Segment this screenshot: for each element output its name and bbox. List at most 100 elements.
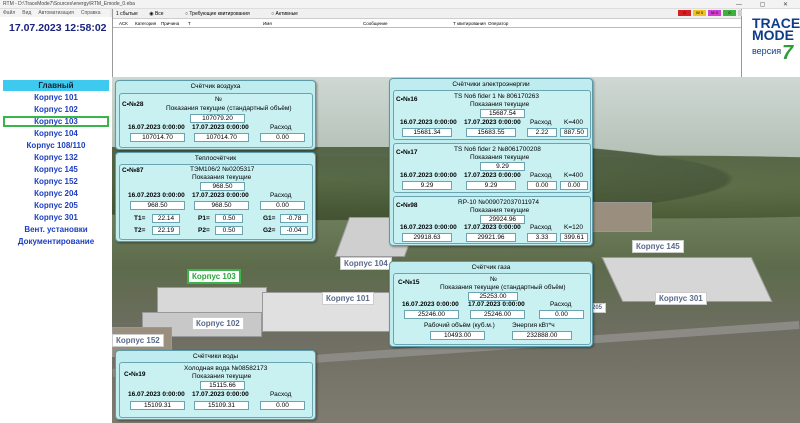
elec2-flow: 0.00: [527, 181, 557, 190]
electricity-meters-panel: Счётчики электроэнергии С•№16 TS No6 fid…: [389, 78, 593, 246]
heat-meter-box: С•№87 ТЭМ106/2 №0205317 Показания текущи…: [119, 164, 313, 240]
elec3-value1: 29918.63: [402, 233, 452, 242]
label-korpus-101[interactable]: Корпус 101: [322, 292, 374, 305]
plant-aerial-view: Корпус 103 Корпус 104 Корпус 101 Корпус …: [112, 77, 800, 423]
label-korpus-152[interactable]: Корпус 152: [112, 334, 164, 347]
current-datetime: 17.07.2023 12:58:02: [9, 22, 107, 34]
elec2-k-label: K=400: [564, 172, 583, 179]
filter-need-ack[interactable]: ○ Требующие квитирования: [185, 11, 260, 17]
elec1-id: С•№16: [396, 96, 418, 103]
elec1-k: 887.50: [560, 128, 588, 137]
gas-flow-label: Расход: [550, 301, 572, 308]
water-value1: 15109.31: [130, 401, 185, 410]
gas-date1: 16.07.2023 0:00:00: [402, 301, 459, 308]
col-message[interactable]: Сообщение: [363, 19, 388, 28]
col-operator[interactable]: Оператор: [488, 19, 508, 28]
gas-energy-value: 232888.00: [512, 331, 572, 340]
heat-value1: 968.50: [130, 201, 185, 210]
elec-meter2-box: С•№17 TS No6 fider 2 №8061700208 Показан…: [393, 143, 591, 193]
elec1-value2: 15683.55: [466, 128, 516, 137]
nav-documents[interactable]: Документирование: [3, 236, 109, 247]
alarm-counters: 0 W 0 M 0 0 0: [678, 10, 751, 16]
p2-value: 0.50: [215, 226, 243, 235]
label-korpus-104[interactable]: Корпус 104: [340, 257, 392, 270]
nav-korpus-132[interactable]: Корпус 132: [3, 152, 109, 163]
air-flow-label: Расход: [270, 124, 292, 131]
nav-korpus-104[interactable]: Корпус 104: [3, 128, 109, 139]
elec2-id: С•№17: [396, 149, 418, 156]
elec3-date2: 17.07.2023 0:00:00: [464, 224, 521, 231]
elec2-name: TS No6 fider 2 №8061700208: [454, 146, 541, 153]
t1-label: T1=: [134, 215, 146, 222]
electricity-title: Счётчики электроэнергии: [452, 81, 530, 88]
air-meter-title: Счётчик воздуха: [190, 83, 241, 90]
nav-korpus-301[interactable]: Корпус 301: [3, 212, 109, 223]
col-category[interactable]: Категория: [135, 19, 156, 28]
g1-value: -0.78: [280, 214, 308, 223]
nav-korpus-205[interactable]: Корпус 205: [3, 200, 109, 211]
nav-korpus-152[interactable]: Корпус 152: [3, 176, 109, 187]
label-korpus-145[interactable]: Корпус 145: [632, 240, 684, 253]
heat-meter-title: Теплосчётчик: [194, 155, 237, 162]
heat-meter-id: С•№87: [122, 167, 144, 174]
elec3-flow: 3.33: [527, 233, 557, 242]
p1-label: P1=: [198, 215, 210, 222]
label-korpus-103[interactable]: Корпус 103: [187, 269, 241, 284]
water-flow-value: 0.00: [260, 401, 305, 410]
filter-all[interactable]: ◉ Все: [149, 11, 173, 17]
col-ack-time[interactable]: Т квитирования: [453, 19, 486, 28]
nav-main[interactable]: Главный: [3, 80, 109, 91]
gas-reading-label: Показания текущие (стандартный объём): [440, 284, 566, 291]
window-titlebar: RTM - D:\TraceMode7\Sources\energy\RTM_E…: [0, 0, 800, 9]
elec3-reading-label: Показания текущие: [470, 207, 530, 214]
elec3-reading: 29924.96: [480, 215, 525, 224]
air-flow-value: 0.00: [260, 133, 305, 142]
alarm-title: 1 сбытые: [116, 11, 138, 17]
gas-meter-box: С•№15 № Показания текущие (стандартный о…: [393, 273, 591, 345]
menu-view[interactable]: Вид: [22, 10, 31, 16]
led-green: 0: [723, 10, 736, 16]
alarm-window: 1 сбытые ◉ Все ○ Требующие квитирования …: [112, 9, 742, 77]
nav-korpus-204[interactable]: Корпус 204: [3, 188, 109, 199]
col-t[interactable]: Т: [188, 19, 191, 28]
gas-work-value: 10493.00: [430, 331, 485, 340]
elec1-k-label: K=400: [564, 119, 583, 126]
label-korpus-102[interactable]: Корпус 102: [192, 317, 244, 330]
menu-bar: Файл Вид Автоматизация Справка: [0, 9, 110, 17]
air-meter-panel: Счётчик воздуха С•№28 № Показания текущи…: [115, 80, 316, 150]
led-red: 0: [678, 10, 691, 16]
water-reading-value: 15115.66: [200, 381, 245, 390]
heat-date1: 16.07.2023 0:00:00: [128, 192, 185, 199]
elec1-name: TS No6 fider 1 № 806170263: [454, 93, 540, 100]
col-reason[interactable]: Причина: [161, 19, 179, 28]
filter-active[interactable]: ○ Активные: [271, 11, 308, 17]
t2-label: T2=: [134, 227, 146, 234]
nav-ventilation[interactable]: Вент. установки: [3, 224, 109, 235]
gas-meter-title: Счётчик газа: [471, 264, 511, 271]
label-korpus-301[interactable]: Корпус 301: [655, 292, 707, 305]
air-meter-number-label: №: [215, 96, 222, 103]
water-value2: 15109.31: [194, 401, 249, 410]
gas-value1: 25246.00: [404, 310, 459, 319]
menu-automation[interactable]: Автоматизация: [38, 10, 74, 16]
window-title: RTM - D:\TraceMode7\Sources\energy\RTM_E…: [3, 1, 135, 7]
heat-reading-label: Показания текущие: [192, 174, 252, 181]
nav-korpus-145[interactable]: Корпус 145: [3, 164, 109, 175]
p1-value: 0.50: [215, 214, 243, 223]
water-flow-label: Расход: [270, 391, 292, 398]
nav-korpus-103[interactable]: Корпус 103: [3, 116, 109, 127]
t1-value: 22.14: [152, 214, 180, 223]
elec-meter1-box: С•№16 TS No6 fider 1 № 806170263 Показан…: [393, 90, 591, 140]
nav-korpus-102[interactable]: Корпус 102: [3, 104, 109, 115]
nav-korpus-101[interactable]: Корпус 101: [3, 92, 109, 103]
heat-reading-value: 968.50: [200, 182, 245, 191]
air-value2: 107014.70: [194, 133, 249, 142]
elec2-value2: 9.29: [466, 181, 516, 190]
elec3-date1: 16.07.2023 0:00:00: [400, 224, 457, 231]
nav-korpus-108-110[interactable]: Корпус 108/110: [3, 140, 109, 151]
water-meter-name: Холодная вода №08582173: [184, 365, 268, 372]
col-ack[interactable]: АСК: [119, 19, 128, 28]
menu-file[interactable]: Файл: [3, 10, 15, 16]
col-name[interactable]: Имя: [263, 19, 272, 28]
menu-help[interactable]: Справка: [81, 10, 101, 16]
